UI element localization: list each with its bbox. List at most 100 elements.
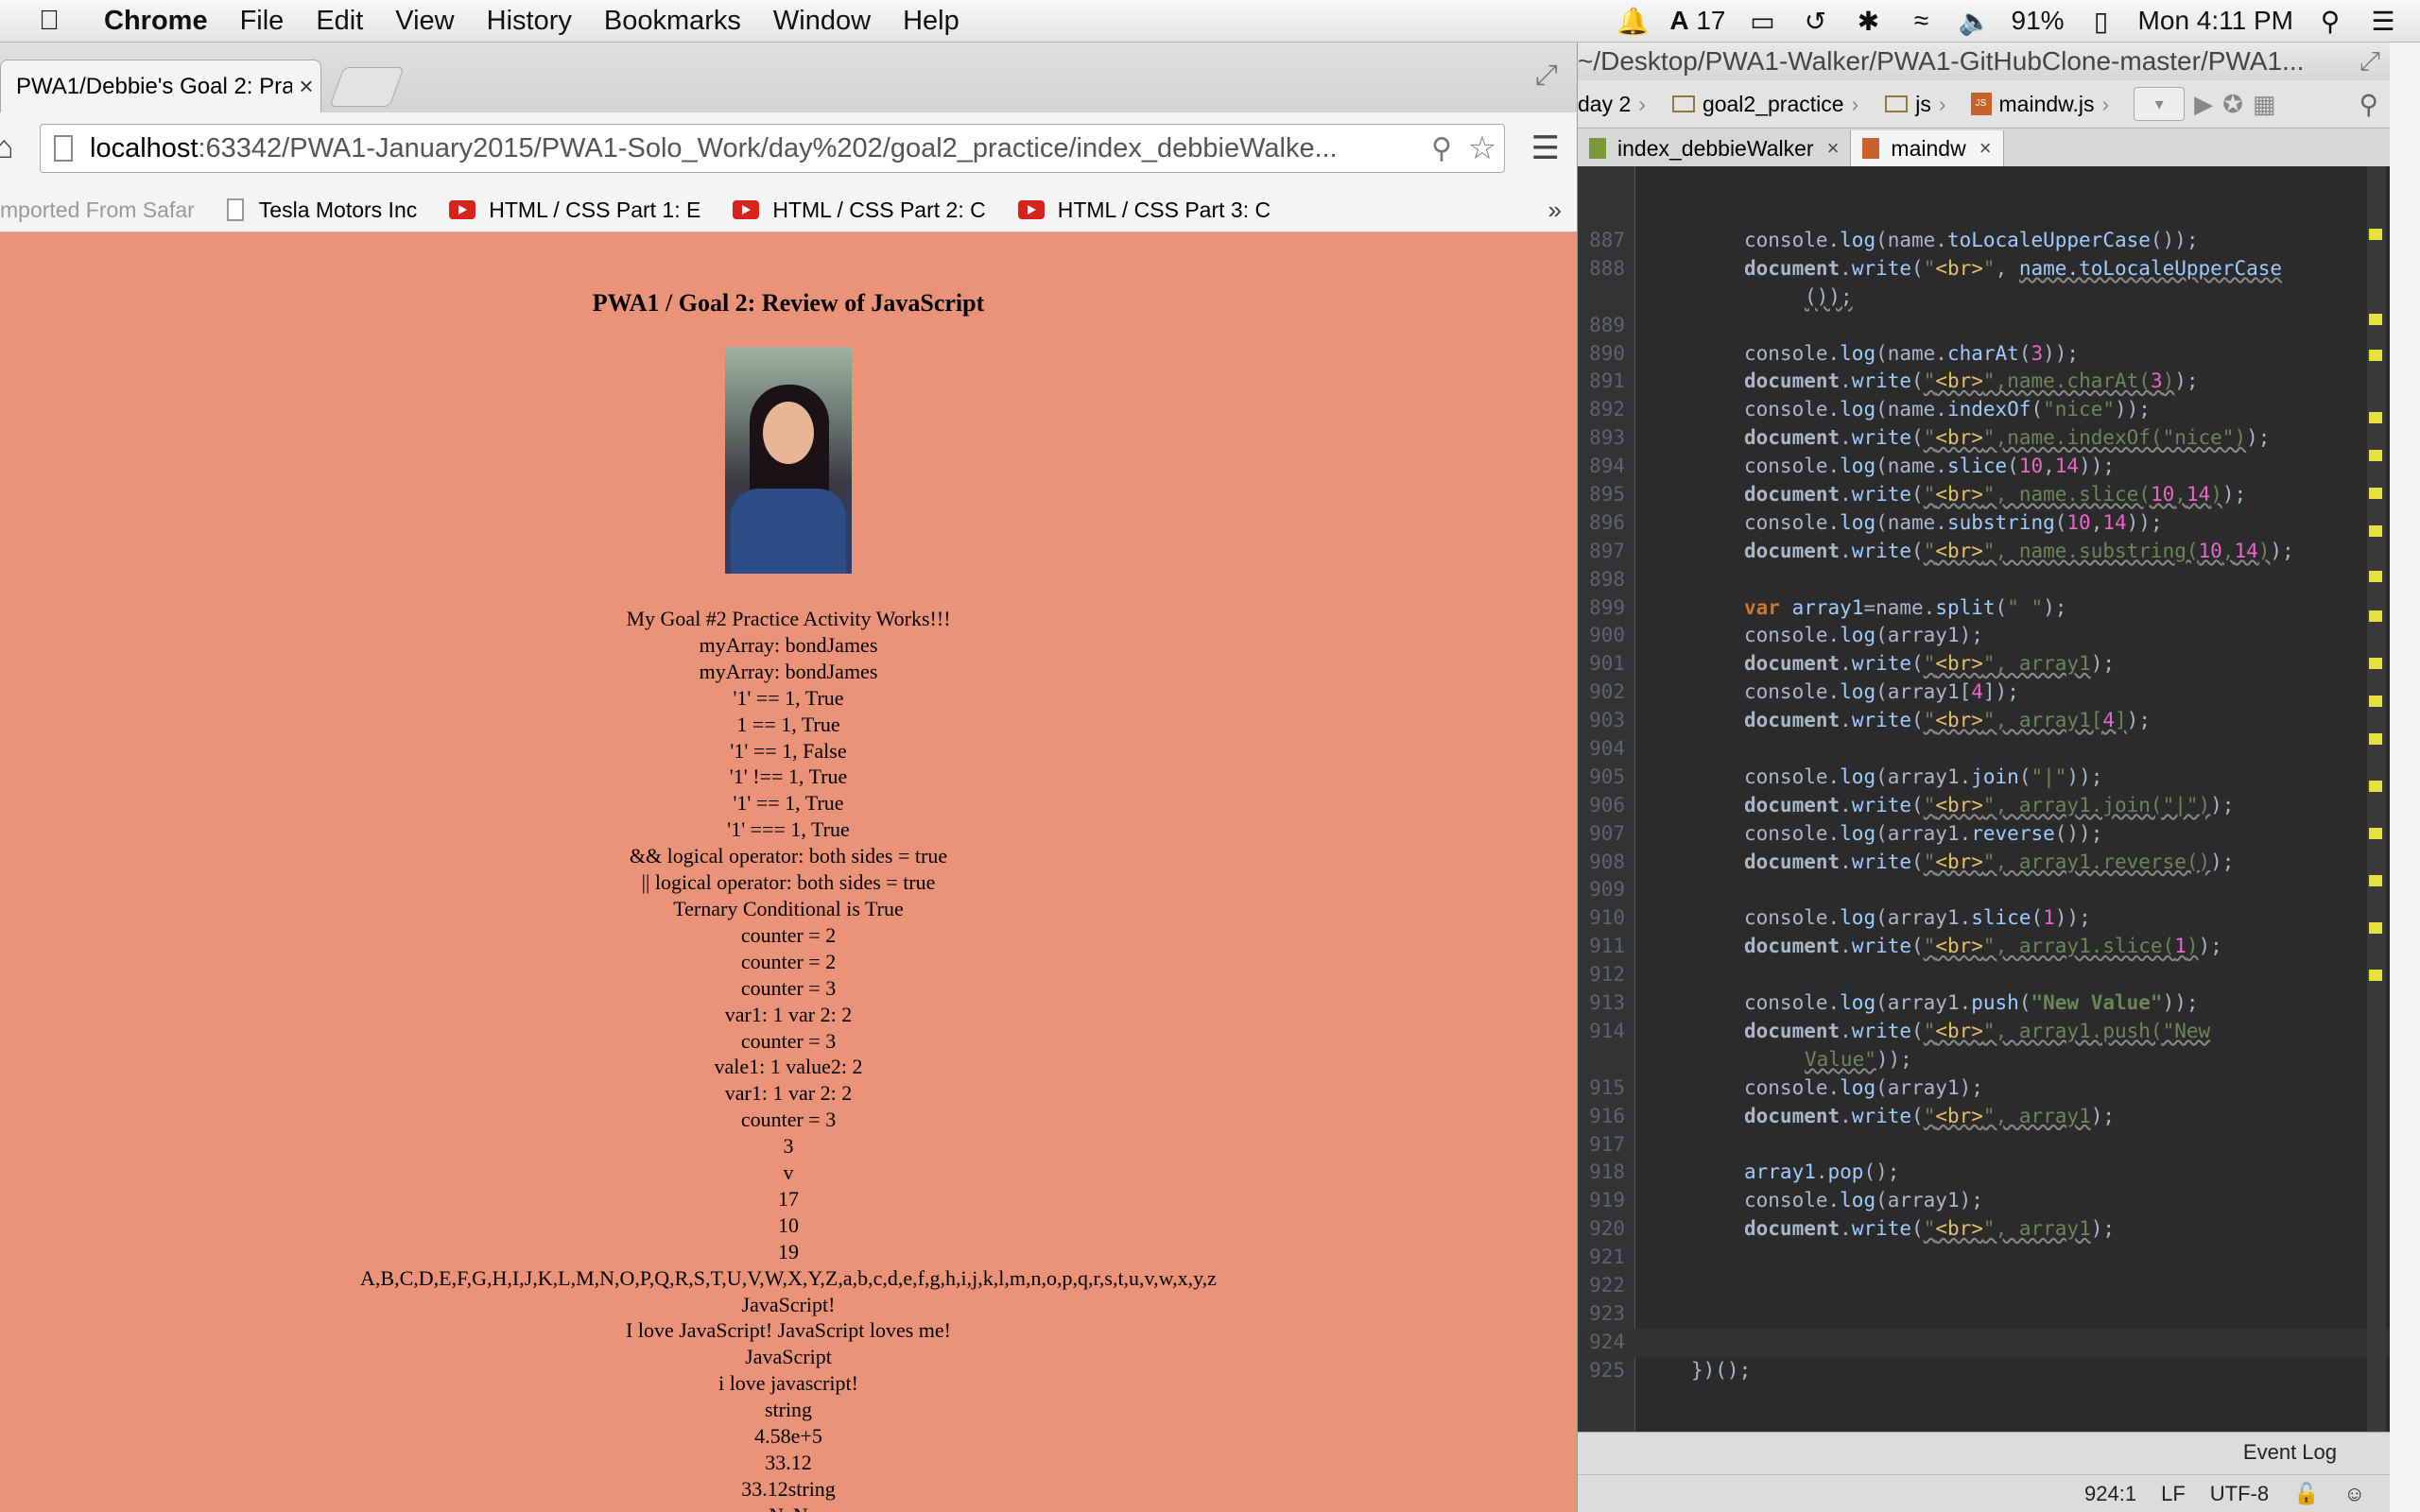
breadcrumb-label: day 2 bbox=[1578, 91, 1632, 116]
battery-icon[interactable]: ▯ bbox=[2085, 6, 2118, 37]
bookmark-html-css-1[interactable]: HTML / CSS Part 1: E bbox=[449, 198, 700, 223]
bookmark-star-icon[interactable]: ☆ bbox=[1461, 129, 1504, 167]
line-number: 890 bbox=[1589, 341, 1625, 365]
new-tab-button[interactable] bbox=[329, 67, 405, 107]
browser-tab[interactable]: PWA1/Debbie's Goal 2: Pra × bbox=[0, 60, 321, 112]
code-line: 906 document.write("<br>", array1.join("|… bbox=[1578, 792, 2390, 820]
tab-close-icon[interactable]: × bbox=[1979, 136, 1992, 161]
airplay-icon[interactable]: ▭ bbox=[1747, 6, 1779, 37]
code-line: 912 bbox=[1578, 961, 2390, 989]
output-line: A,B,C,D,E,F,G,H,I,J,K,L,M,N,O,P,Q,R,S,T,… bbox=[360, 1265, 1217, 1290]
inspector-icon[interactable]: ☺ bbox=[2344, 1482, 2365, 1506]
js-file-icon: JS bbox=[1970, 93, 1992, 115]
chrome-window: PWA1/Debbie's Goal 2: Pra × ⤢ ⌂ localhos… bbox=[0, 43, 1578, 1512]
code-line: 903 document.write("<br>", array1[4]); bbox=[1578, 707, 2390, 735]
code-line: 898 bbox=[1578, 566, 2390, 594]
notification-bell-icon[interactable]: 🔔 bbox=[1616, 6, 1650, 37]
output-line: NaN bbox=[0, 1503, 1577, 1512]
fullscreen-icon[interactable]: ⤢ bbox=[1535, 60, 1558, 92]
bookmark-html-css-2[interactable]: HTML / CSS Part 2: C bbox=[733, 198, 986, 223]
tab-close-icon[interactable]: × bbox=[292, 72, 320, 101]
apple-icon[interactable]:  bbox=[21, 6, 78, 37]
tab-maindw[interactable]: maindw × bbox=[1851, 130, 2004, 166]
code-line: 897 document.write("<br>", name.substring… bbox=[1578, 538, 2390, 566]
notification-center-icon[interactable]: ☰ bbox=[2367, 6, 2399, 37]
event-log-button[interactable]: Event Log bbox=[2243, 1440, 2337, 1465]
bookmark-tesla[interactable]: Tesla Motors Inc bbox=[226, 197, 418, 223]
battery-percent[interactable]: 91% bbox=[2012, 6, 2065, 36]
line-number: 918 bbox=[1589, 1160, 1625, 1184]
line-number: 917 bbox=[1589, 1132, 1625, 1156]
status-menus: 🔔 A 17 ▭ ↺ ✱ ≈ 🔈 91% ▯ Mon 4:11 PM ⚲ ☰ bbox=[1616, 0, 2399, 42]
url-text[interactable]: localhost:63342/PWA1-January2015/PWA1-So… bbox=[90, 133, 1423, 164]
html-file-icon bbox=[1589, 138, 1606, 159]
folder-icon bbox=[1671, 95, 1695, 112]
menu-edit[interactable]: Edit bbox=[316, 6, 363, 37]
output-line: vale1: 1 value2: 2 bbox=[714, 1055, 863, 1079]
menu-window[interactable]: Window bbox=[773, 6, 871, 37]
output-line: JavaScript! bbox=[741, 1292, 836, 1316]
page-icon bbox=[226, 198, 244, 221]
ide-status-bar: Event Log 924:1 LF UTF-8 🔓 ☺ bbox=[1578, 1432, 2390, 1512]
line-number: 914 bbox=[1589, 1019, 1625, 1042]
ide-title: ~/Desktop/PWA1-Walker/PWA1-GitHubClone-m… bbox=[1578, 43, 2390, 80]
output-line: 1 == 1, True bbox=[736, 712, 840, 736]
output-line: 10 bbox=[778, 1212, 799, 1237]
output-line: var1: 1 var 2: 2 bbox=[724, 1081, 853, 1106]
bluetooth-icon[interactable]: ✱ bbox=[1853, 6, 1885, 37]
wifi-icon[interactable]: ≈ bbox=[1906, 6, 1938, 36]
line-number: 906 bbox=[1589, 793, 1625, 816]
line-number: 892 bbox=[1589, 398, 1625, 421]
bookmark-label: Tesla Motors Inc bbox=[258, 197, 418, 222]
breadcrumb-day2[interactable]: day 2 › bbox=[1578, 92, 1646, 117]
line-number: 898 bbox=[1589, 567, 1625, 591]
breadcrumb-goal2-practice[interactable]: goal2_practice › bbox=[1661, 92, 1858, 117]
line-number: 894 bbox=[1589, 455, 1625, 478]
navigation-bar: day 2 › goal2_practice › js › JS maindw.js › … bbox=[1578, 80, 2390, 129]
breadcrumb-maindw-js[interactable]: JS maindw.js › bbox=[1962, 92, 2109, 117]
bookmarks-overflow-button[interactable]: » bbox=[1548, 196, 1562, 225]
output-line: 4.58e+5 bbox=[754, 1424, 822, 1449]
home-icon[interactable]: ⌂ bbox=[0, 129, 14, 166]
menu-bookmarks[interactable]: Bookmarks bbox=[604, 6, 741, 37]
error-stripe[interactable] bbox=[2367, 166, 2386, 1433]
menu-history[interactable]: History bbox=[487, 6, 572, 37]
tab-close-icon[interactable]: × bbox=[1827, 136, 1840, 161]
code-line: 917 bbox=[1578, 1131, 2390, 1160]
adobe-icon[interactable]: A 17 bbox=[1669, 6, 1725, 36]
clock[interactable]: Mon 4:11 PM bbox=[2138, 6, 2293, 36]
bookmark-imported[interactable]: mported From Safar bbox=[0, 198, 195, 223]
code-line: 892 console.log(name.indexOf("nice")); bbox=[1578, 396, 2390, 424]
search-icon[interactable]: ⚲ bbox=[2359, 89, 2378, 120]
time-machine-icon[interactable]: ↺ bbox=[1800, 6, 1832, 37]
tab-index-debbiewalker[interactable]: index_debbieWalker × bbox=[1578, 130, 1852, 166]
coverage-icon[interactable]: ▦ bbox=[2253, 90, 2276, 119]
file-encoding[interactable]: UTF-8 bbox=[2210, 1482, 2269, 1506]
breadcrumb-js[interactable]: js › bbox=[1874, 92, 1946, 117]
output-line: && logical operator: both sides = true bbox=[629, 844, 948, 868]
code-line: 904 bbox=[1578, 735, 2390, 764]
address-bar[interactable]: localhost:63342/PWA1-January2015/PWA1-So… bbox=[40, 124, 1505, 173]
code-line: 894 console.log(name.slice(10,14)); bbox=[1578, 453, 2390, 481]
chrome-menu-icon[interactable]: ☰ bbox=[1531, 129, 1560, 167]
menu-view[interactable]: View bbox=[395, 6, 454, 37]
lock-icon[interactable]: 🔓 bbox=[2293, 1482, 2319, 1506]
output-line: Ternary Conditional is True bbox=[673, 896, 904, 920]
menu-file[interactable]: File bbox=[240, 6, 285, 37]
menu-app-name[interactable]: Chrome bbox=[104, 6, 208, 37]
adobe-count: 17 bbox=[1696, 6, 1726, 35]
caret-position[interactable]: 924:1 bbox=[2084, 1482, 2136, 1506]
volume-icon[interactable]: 🔈 bbox=[1959, 6, 1992, 37]
menu-help[interactable]: Help bbox=[903, 6, 959, 37]
bookmark-html-css-3[interactable]: HTML / CSS Part 3: C bbox=[1017, 198, 1270, 223]
run-icon[interactable]: ▶ bbox=[2194, 90, 2213, 119]
run-config-dropdown[interactable]: ▾ bbox=[2134, 87, 2186, 121]
code-editor[interactable]: 887 console.log(name.toLocaleUpperCase())… bbox=[1578, 166, 2390, 1433]
line-number: 902 bbox=[1589, 680, 1625, 704]
expand-icon[interactable]: ⤢ bbox=[2360, 43, 2380, 80]
debug-icon[interactable]: ✪ bbox=[2222, 90, 2243, 119]
spotlight-search-icon[interactable]: ⚲ bbox=[2314, 6, 2346, 37]
browser-toolbar: ⌂ localhost:63342/PWA1-January2015/PWA1-… bbox=[0, 112, 1577, 188]
zoom-icon[interactable]: ⚲ bbox=[1423, 132, 1461, 165]
line-separator[interactable]: LF bbox=[2161, 1482, 2186, 1506]
